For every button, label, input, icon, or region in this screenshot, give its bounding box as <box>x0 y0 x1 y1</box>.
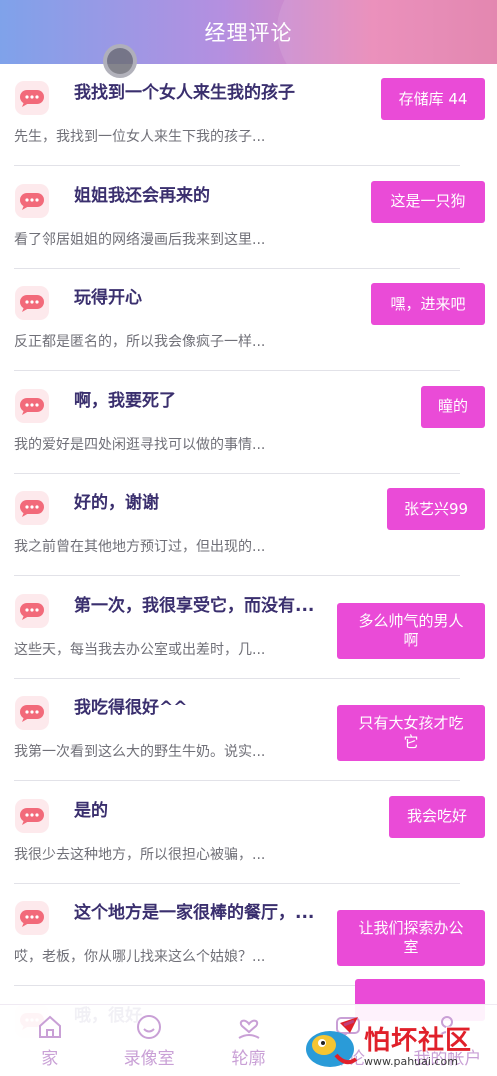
comment-tag-button[interactable]: 嘿，进来吧 <box>371 283 485 325</box>
nav-label: 家 <box>41 1049 59 1069</box>
comment-title: 好的，谢谢 <box>74 493 159 513</box>
comment-title: 我找到一个女人来生我的孩子 <box>74 83 295 103</box>
comment-tag-button[interactable]: 只有大女孩才吃它 <box>337 705 485 761</box>
chat-bubble-icon <box>15 388 49 423</box>
comment-title: 玩得开心 <box>74 288 142 308</box>
comment-row[interactable]: 是的 我很少去这种地方，所以很担心被骗，... 我会吃好 <box>0 782 497 884</box>
page: 经理评论 我找到一个女人来生我的孩子 先生，我找到一位女人来生下我的孩子... … <box>0 0 497 1076</box>
comment-tag-button[interactable]: 让我们探索办公室 <box>337 910 485 966</box>
comment-row[interactable]: 啊，我要死了 我的爱好是四处闲逛寻找可以做的事情... 瞳的 <box>0 372 497 474</box>
comment-title: 我吃得很好^^ <box>74 698 188 718</box>
home-icon <box>38 1015 61 1038</box>
chat-bubble-icon <box>15 491 49 525</box>
comment-desc: 反正都是匿名的，所以我会像疯子一样... <box>14 334 266 350</box>
comment-title: 是的 <box>74 800 108 821</box>
heart-person-icon <box>238 1019 260 1039</box>
chat-bubble-icon <box>15 593 49 628</box>
chat-bubble-icon <box>15 81 49 115</box>
comment-title: 这个地方是一家很棒的餐厅，... <box>74 903 315 923</box>
comment-desc: 先生，我找到一位女人来生下我的孩子... <box>14 129 266 145</box>
comment-tag-button[interactable]: 多么帅气的男人啊 <box>337 602 485 659</box>
chat-bubble-icon <box>15 798 49 833</box>
comment-title: 姐姐我还会再来的 <box>74 185 210 206</box>
floating-assistive-button[interactable] <box>103 44 137 78</box>
comment-row[interactable]: 我找到一个女人来生我的孩子 先生，我找到一位女人来生下我的孩子... 存储库 4… <box>0 64 497 166</box>
comment-row[interactable]: 第一次，我很享受它，而没有... 这些天，每当我去办公室或出差时，几... 多么… <box>0 577 497 679</box>
comment-tag-button[interactable]: 存储库 44 <box>381 78 485 120</box>
comment-desc: 看了邻居姐姐的网络漫画后我来到这里... <box>14 231 266 248</box>
comment-list: 我找到一个女人来生我的孩子 先生，我找到一位女人来生下我的孩子... 存储库 4… <box>0 64 497 1076</box>
page-title: 经理评论 <box>204 21 293 45</box>
chat-bubble-icon <box>15 901 49 935</box>
header: 经理评论 <box>0 0 497 64</box>
comment-row[interactable]: 我吃得很好^^ 我第一次看到这么大的野生牛奶。说实... 只有大女孩才吃它 <box>0 679 497 781</box>
comment-title: 第一次，我很享受它，而没有... <box>74 595 315 616</box>
comment-desc: 我第一次看到这么大的野生牛奶。说实... <box>14 744 266 760</box>
nav-label: 轮廓 <box>231 1049 266 1069</box>
nav-item-0[interactable]: 家 <box>0 1005 99 1076</box>
comment-tag-button[interactable]: 我会吃好 <box>389 795 485 838</box>
nav-item-1[interactable]: 录像室 <box>99 1005 198 1076</box>
comment-desc: 哎，老板，你从哪儿找来这么个姑娘？... <box>14 949 266 965</box>
comment-desc: 我的爱好是四处闲逛寻找可以做的事情... <box>14 436 266 453</box>
comment-desc: 这些天，每当我去办公室或出差时，几... <box>14 641 266 658</box>
nav-label: 录像室 <box>123 1049 175 1069</box>
comment-row[interactable]: 这个地方是一家很棒的餐厅，... 哎，老板，你从哪儿找来这么个姑娘？... 让我… <box>0 884 497 986</box>
chat-bubble-icon <box>15 183 49 218</box>
comment-row[interactable]: 好的，谢谢 我之前曾在其他地方预订过，但出现的... 张艺兴99 <box>0 474 497 576</box>
comment-tag-button[interactable]: 瞳的 <box>421 385 485 428</box>
comment-row[interactable]: 玩得开心 反正都是匿名的，所以我会像疯子一样... 嘿，进来吧 <box>0 269 497 371</box>
watermark: 怕坏社区 www.pahuai.com <box>300 1012 497 1076</box>
chat-bubble-icon <box>15 286 49 320</box>
comment-desc: 我很少去这种地方，所以很担心被骗，... <box>14 846 266 863</box>
comment-title: 啊，我要死了 <box>74 390 176 411</box>
comment-tag-button[interactable]: 张艺兴99 <box>387 488 485 530</box>
watermark-text: 怕坏社区 <box>364 1026 473 1056</box>
watermark-url: www.pahuai.com <box>364 1055 458 1068</box>
comment-row[interactable]: 姐姐我还会再来的 看了邻居姐姐的网络漫画后我来到这里... 这是一只狗 <box>0 167 497 269</box>
chat-bubble-icon <box>15 696 49 730</box>
smile-icon <box>137 1015 162 1039</box>
comment-desc: 我之前曾在其他地方预订过，但出现的... <box>14 539 266 555</box>
comment-tag-button[interactable]: 这是一只狗 <box>371 180 485 223</box>
watermark-logo-icon <box>306 1017 358 1067</box>
nav-item-2[interactable]: 轮廓 <box>199 1005 298 1076</box>
